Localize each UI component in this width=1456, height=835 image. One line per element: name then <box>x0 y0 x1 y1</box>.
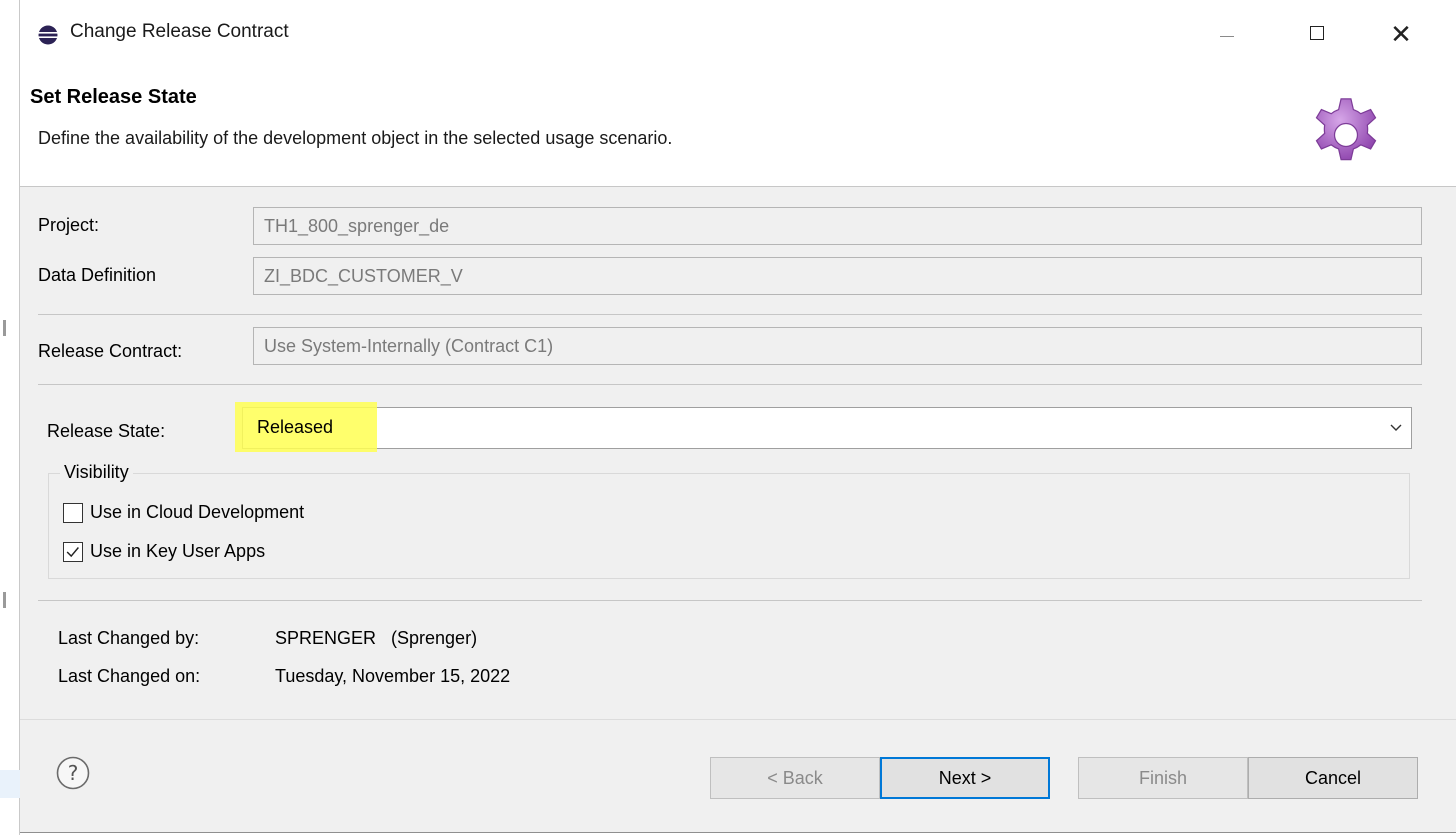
visibility-group <box>48 473 1410 579</box>
title-bar[interactable]: Change Release Contract ✕ <box>20 0 1456 66</box>
last-changed-by-value: SPRENGER (Sprenger) <box>275 628 478 648</box>
data-definition-label: Data Definition <box>38 265 157 285</box>
release-state-value: Released <box>257 417 334 437</box>
help-icon[interactable]: ? <box>56 756 90 790</box>
chevron-down-icon[interactable] <box>1387 418 1405 436</box>
last-changed-on-label: Last Changed on: <box>58 666 201 686</box>
visibility-legend: Visibility <box>60 462 133 483</box>
cancel-button[interactable]: Cancel <box>1248 757 1418 799</box>
svg-text:?: ? <box>68 761 79 785</box>
wizard-banner: Set Release State Define the availabilit… <box>20 66 1456 187</box>
close-button[interactable]: ✕ <box>1378 14 1424 54</box>
separator <box>38 600 1422 601</box>
checkmark-icon <box>66 547 79 558</box>
release-state-label: Release State: <box>47 421 166 441</box>
release-contract-label: Release Contract: <box>38 341 183 361</box>
last-changed-by-label: Last Changed by: <box>58 628 200 648</box>
cloud-development-checkbox[interactable] <box>63 503 83 523</box>
page-description: Define the availability of the developme… <box>38 128 673 148</box>
change-release-contract-dialog: Change Release Contract ✕ Set Release St… <box>20 0 1456 833</box>
key-user-apps-checkbox[interactable] <box>63 542 83 562</box>
separator <box>38 384 1422 385</box>
background-window-edge <box>0 0 20 835</box>
project-field: TH1_800_sprenger_de <box>253 207 1422 245</box>
back-button[interactable]: < Back <box>710 757 880 799</box>
eclipse-app-icon <box>38 25 58 45</box>
key-user-apps-label[interactable]: Use in Key User Apps <box>90 541 265 562</box>
last-changed-on-value: Tuesday, November 15, 2022 <box>275 666 511 686</box>
next-button[interactable]: Next > <box>880 757 1050 799</box>
data-definition-field: ZI_BDC_CUSTOMER_V <box>253 257 1422 295</box>
release-contract-field: Use System-Internally (Contract C1) <box>253 327 1422 365</box>
cloud-development-label[interactable]: Use in Cloud Development <box>90 502 304 523</box>
maximize-button[interactable] <box>1296 14 1342 54</box>
wizard-footer: ? < Back Next > Finish Cancel <box>20 720 1456 832</box>
minimize-button[interactable] <box>1204 14 1250 54</box>
finish-button[interactable]: Finish <box>1078 757 1248 799</box>
background-window-artifact <box>0 770 20 798</box>
separator <box>38 314 1422 315</box>
gear-icon <box>1315 98 1377 161</box>
window-title: Change Release Contract <box>70 21 289 42</box>
release-state-dropdown[interactable]: Released <box>235 402 1412 452</box>
background-window-artifact <box>3 592 6 608</box>
background-window-artifact <box>3 320 6 336</box>
project-label: Project: <box>38 215 100 235</box>
page-title: Set Release State <box>30 86 197 108</box>
